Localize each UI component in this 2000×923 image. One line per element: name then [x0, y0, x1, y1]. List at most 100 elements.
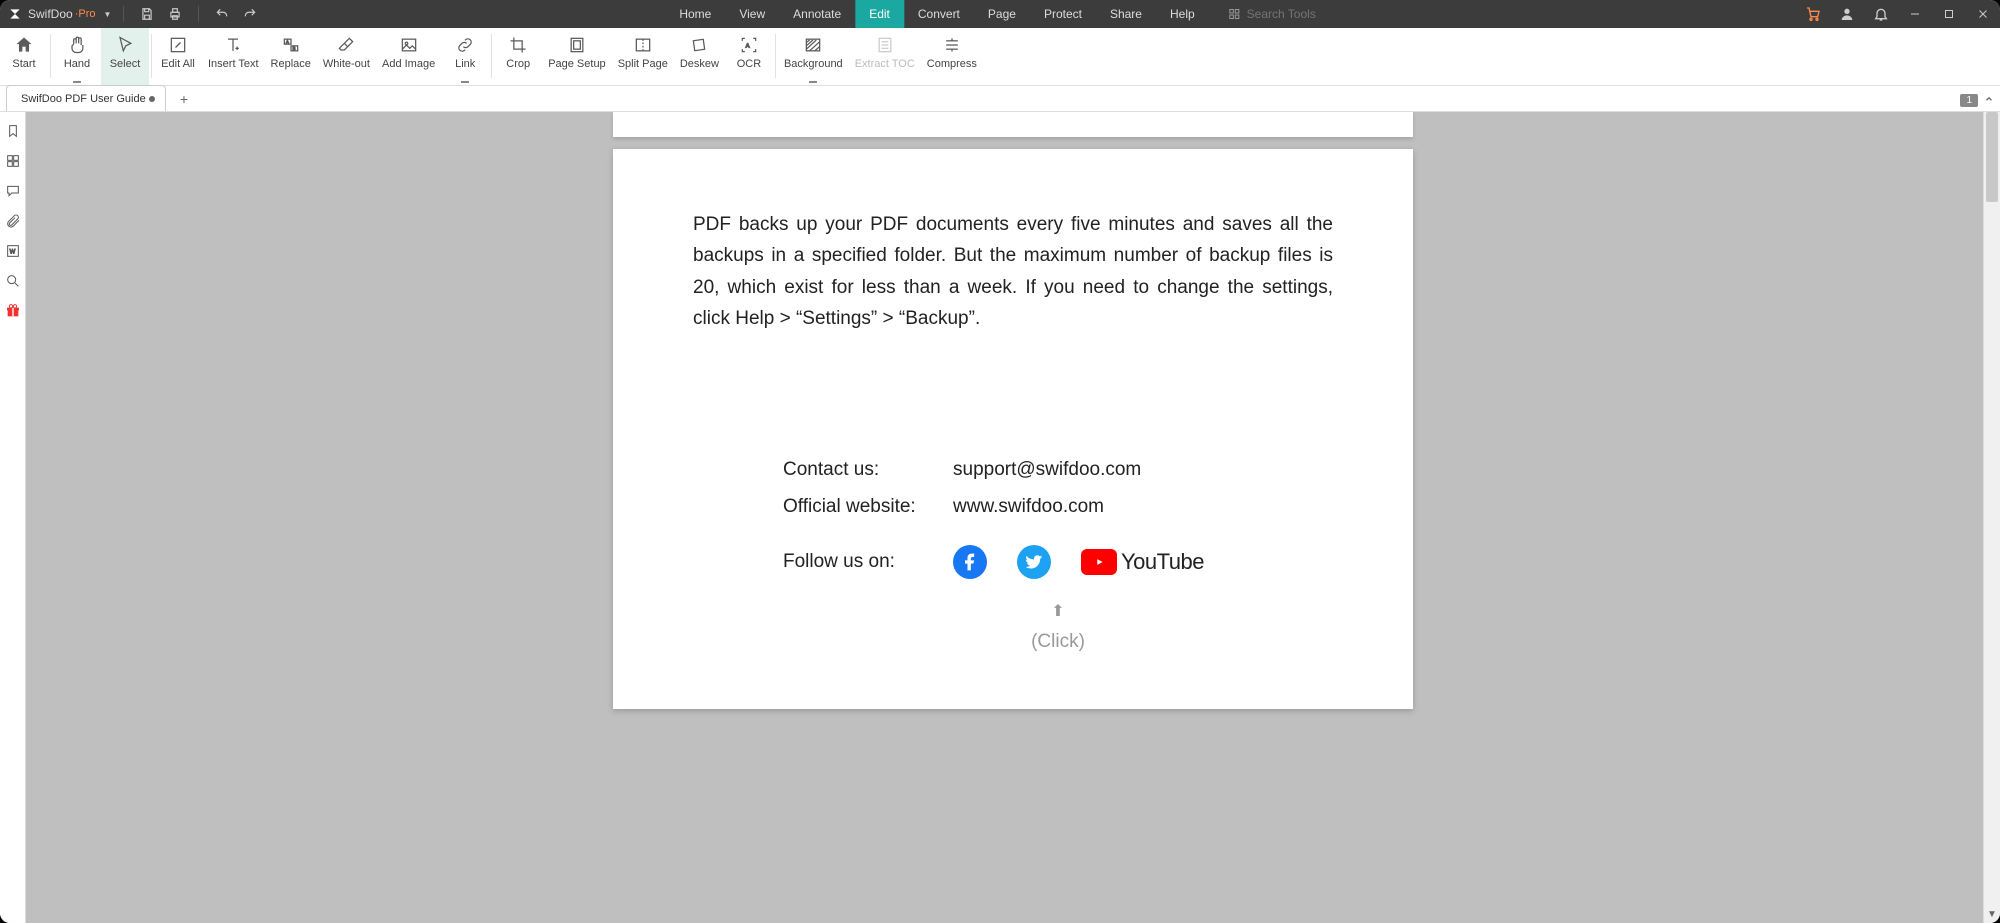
youtube-label: YouTube — [1121, 543, 1204, 580]
search-tools-input[interactable] — [1247, 7, 1327, 21]
ribbon-split-page[interactable]: Split Page — [612, 28, 674, 85]
comments-icon[interactable] — [4, 182, 22, 200]
insert-text-icon — [222, 34, 244, 56]
ribbon-label: Edit All — [161, 58, 195, 70]
ribbon-edit-all[interactable]: Edit All — [154, 28, 202, 85]
menu-tab-page[interactable]: Page — [974, 0, 1030, 28]
document-page: PDF backs up your PDF documents every fi… — [613, 149, 1413, 709]
thumbnails-icon[interactable] — [4, 152, 22, 170]
up-arrow-icon: ⬆ — [783, 598, 1333, 625]
app-logo-icon — [8, 7, 22, 21]
background-icon — [802, 34, 824, 56]
ribbon-compress[interactable]: Compress — [921, 28, 983, 85]
app-dropdown-icon[interactable]: ▼ — [103, 10, 111, 19]
svg-text:A: A — [286, 39, 289, 44]
gift-icon[interactable] — [4, 302, 22, 320]
vertical-scrollbar[interactable]: ▲ ▼ — [1983, 112, 2000, 923]
youtube-link[interactable]: YouTube — [1081, 543, 1204, 580]
home-icon — [13, 34, 35, 56]
bookmarks-icon[interactable] — [4, 122, 22, 140]
ribbon-white-out[interactable]: White-out — [317, 28, 376, 85]
document-viewport[interactable]: PDF backs up your PDF documents every fi… — [26, 112, 2000, 923]
ribbon-label: Select — [110, 58, 141, 70]
unsaved-indicator-icon — [149, 96, 155, 102]
ribbon-extract-toc: Extract TOC — [849, 28, 921, 85]
undo-button[interactable] — [211, 3, 233, 25]
page-indicator: 1 — [1960, 94, 1978, 107]
attachments-icon[interactable] — [4, 212, 22, 230]
ribbon-add-image[interactable]: Add Image — [376, 28, 441, 85]
compress-icon — [941, 34, 963, 56]
new-tab-button[interactable]: + — [172, 87, 196, 111]
search-panel-icon[interactable] — [4, 272, 22, 290]
edition-label: ·Pro — [75, 8, 96, 20]
main-area: W PDF backs up your PDF documents every … — [0, 112, 2000, 923]
menu-tab-share[interactable]: Share — [1096, 0, 1156, 28]
side-panel: W — [0, 112, 26, 923]
print-button[interactable] — [164, 3, 186, 25]
image-icon — [398, 34, 420, 56]
app-window: SwifDoo ·Pro ▼ Home View Annotate Edit — [0, 0, 2000, 923]
menu-tab-convert[interactable]: Convert — [904, 0, 974, 28]
minimize-button[interactable] — [1898, 0, 1932, 28]
ribbon-label: Hand — [64, 58, 90, 70]
notifications-button[interactable] — [1864, 0, 1898, 28]
cart-button[interactable] — [1796, 0, 1830, 28]
maximize-button[interactable] — [1932, 0, 1966, 28]
user-button[interactable] — [1830, 0, 1864, 28]
ribbon-link[interactable]: Link — [441, 28, 489, 85]
close-button[interactable] — [1966, 0, 2000, 28]
ribbon-toolbar: Start Hand Select Edit All Insert Text A… — [0, 28, 2000, 86]
contact-email: support@swifdoo.com — [953, 454, 1141, 486]
deskew-icon — [688, 34, 710, 56]
ribbon-ocr[interactable]: A OCR — [725, 28, 773, 85]
ribbon-label: Split Page — [618, 58, 668, 70]
separator — [198, 6, 199, 22]
menu-tab-view[interactable]: View — [725, 0, 779, 28]
ribbon-label: White-out — [323, 58, 370, 70]
website-label: Official website: — [783, 491, 953, 523]
scroll-down-icon[interactable]: ▼ — [1984, 906, 2000, 923]
link-icon — [454, 34, 476, 56]
menu-tab-annotate[interactable]: Annotate — [779, 0, 855, 28]
ribbon-select[interactable]: Select — [101, 28, 149, 85]
ribbon-insert-text[interactable]: Insert Text — [202, 28, 265, 85]
ribbon-crop[interactable]: Crop — [494, 28, 542, 85]
search-grid-icon — [1229, 8, 1241, 20]
svg-text:A: A — [746, 44, 750, 50]
word-panel-icon[interactable]: W — [4, 242, 22, 260]
ribbon-page-setup[interactable]: Page Setup — [542, 28, 612, 85]
save-button[interactable] — [136, 3, 158, 25]
hand-icon — [66, 34, 88, 56]
ribbon-replace[interactable]: AB Replace — [265, 28, 317, 85]
ribbon-label: Background — [784, 58, 843, 70]
ribbon-label: Deskew — [680, 58, 719, 70]
twitter-icon[interactable] — [1017, 545, 1051, 579]
ribbon-label: Compress — [927, 58, 977, 70]
ribbon-label: OCR — [737, 58, 761, 70]
redo-button[interactable] — [239, 3, 261, 25]
menu-tab-edit[interactable]: Edit — [855, 0, 904, 28]
collapse-ribbon-button[interactable] — [1982, 91, 1996, 109]
ribbon-label: Add Image — [382, 58, 435, 70]
ribbon-deskew[interactable]: Deskew — [674, 28, 725, 85]
menu-tab-protect[interactable]: Protect — [1030, 0, 1096, 28]
ribbon-background[interactable]: Background — [778, 28, 849, 85]
contact-label: Contact us: — [783, 454, 953, 486]
svg-text:W: W — [9, 250, 15, 256]
document-tab[interactable]: SwifDoo PDF User Guide — [6, 85, 166, 111]
menu-tab-home[interactable]: Home — [665, 0, 725, 28]
follow-label: Follow us on: — [783, 546, 923, 578]
ribbon-label: Replace — [271, 58, 311, 70]
ribbon-label: Start — [12, 58, 35, 70]
ribbon-start[interactable]: Start — [0, 28, 48, 85]
youtube-icon — [1081, 549, 1117, 575]
facebook-icon[interactable] — [953, 545, 987, 579]
menu-tab-help[interactable]: Help — [1156, 0, 1209, 28]
ribbon-label: Extract TOC — [855, 58, 915, 70]
search-tools[interactable] — [1221, 0, 1335, 28]
separator — [123, 6, 124, 22]
scrollbar-thumb[interactable] — [1986, 112, 1998, 202]
document-tab-title: SwifDoo PDF User Guide — [21, 93, 146, 105]
ribbon-hand[interactable]: Hand — [53, 28, 101, 85]
